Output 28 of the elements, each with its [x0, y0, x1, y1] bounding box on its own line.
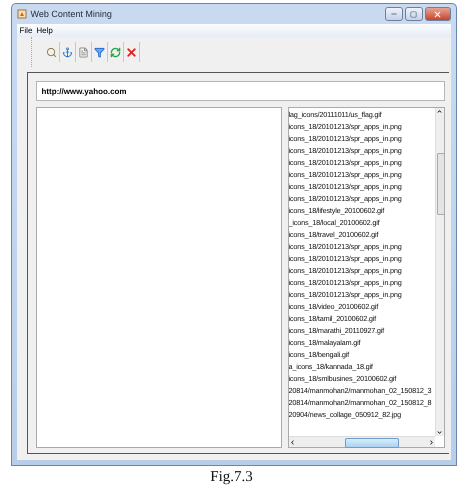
scroll-left-icon[interactable]: [288, 438, 296, 446]
close-button[interactable]: [424, 7, 450, 21]
scroll-up-icon[interactable]: [436, 108, 443, 115]
close-icon: [124, 46, 138, 58]
app-icon: [16, 9, 26, 19]
close-icon: [433, 10, 442, 18]
refresh-icon: [110, 46, 120, 58]
menu-item[interactable]: Help: [36, 26, 53, 35]
maximize-icon: [410, 10, 417, 18]
maximize-button[interactable]: [404, 7, 422, 21]
vertical-scrollbar[interactable]: [434, 108, 444, 436]
url-field[interactable]: http://www.yahoo.com: [36, 81, 444, 101]
links-list[interactable]: [288, 107, 444, 448]
filter-button[interactable]: [92, 42, 108, 62]
document-icon: [78, 46, 88, 58]
anchor-icon: [62, 46, 72, 58]
horizontal-scrollbar[interactable]: [288, 436, 434, 447]
scroll-right-icon[interactable]: [428, 438, 434, 446]
minimize-button[interactable]: [384, 7, 402, 21]
funnel-icon: [94, 46, 104, 58]
window-title: Web Content Mining: [30, 9, 113, 19]
menu-item[interactable]: File: [20, 26, 32, 35]
refresh-button[interactable]: [108, 42, 124, 62]
figure-caption: Fig.7.3: [210, 469, 253, 486]
scroll-down-icon[interactable]: [436, 429, 443, 436]
scroll-thumb[interactable]: [436, 153, 444, 215]
scroll-thumb[interactable]: [344, 438, 398, 448]
search-icon: [46, 46, 56, 58]
